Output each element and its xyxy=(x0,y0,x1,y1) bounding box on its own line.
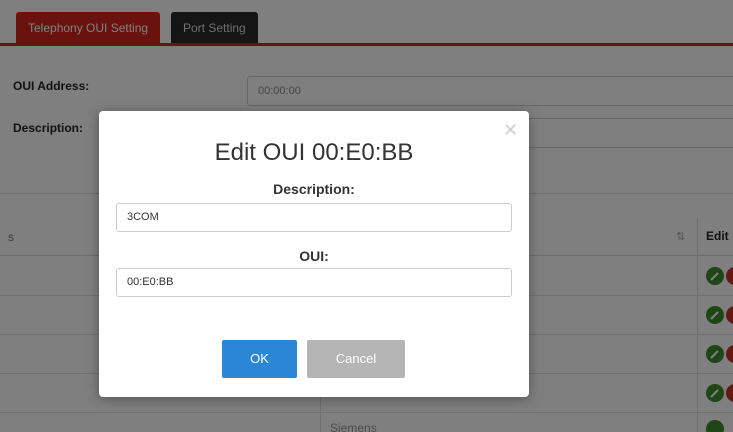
close-icon[interactable]: ✕ xyxy=(503,121,518,139)
edit-oui-dialog: ✕ Edit OUI 00:E0:BB Description: 3COM OU… xyxy=(99,111,529,397)
cancel-button[interactable]: Cancel xyxy=(307,340,405,378)
dialog-title: Edit OUI 00:E0:BB xyxy=(214,139,414,166)
dialog-oui-label: OUI: xyxy=(299,248,329,264)
dialog-oui-input[interactable]: 00:E0:BB xyxy=(116,268,512,297)
ok-button[interactable]: OK xyxy=(222,340,297,378)
page: Telephony OUI Setting Port Setting OUI A… xyxy=(0,0,733,432)
dialog-description-label: Description: xyxy=(273,181,355,197)
dialog-description-input[interactable]: 3COM xyxy=(116,203,512,232)
